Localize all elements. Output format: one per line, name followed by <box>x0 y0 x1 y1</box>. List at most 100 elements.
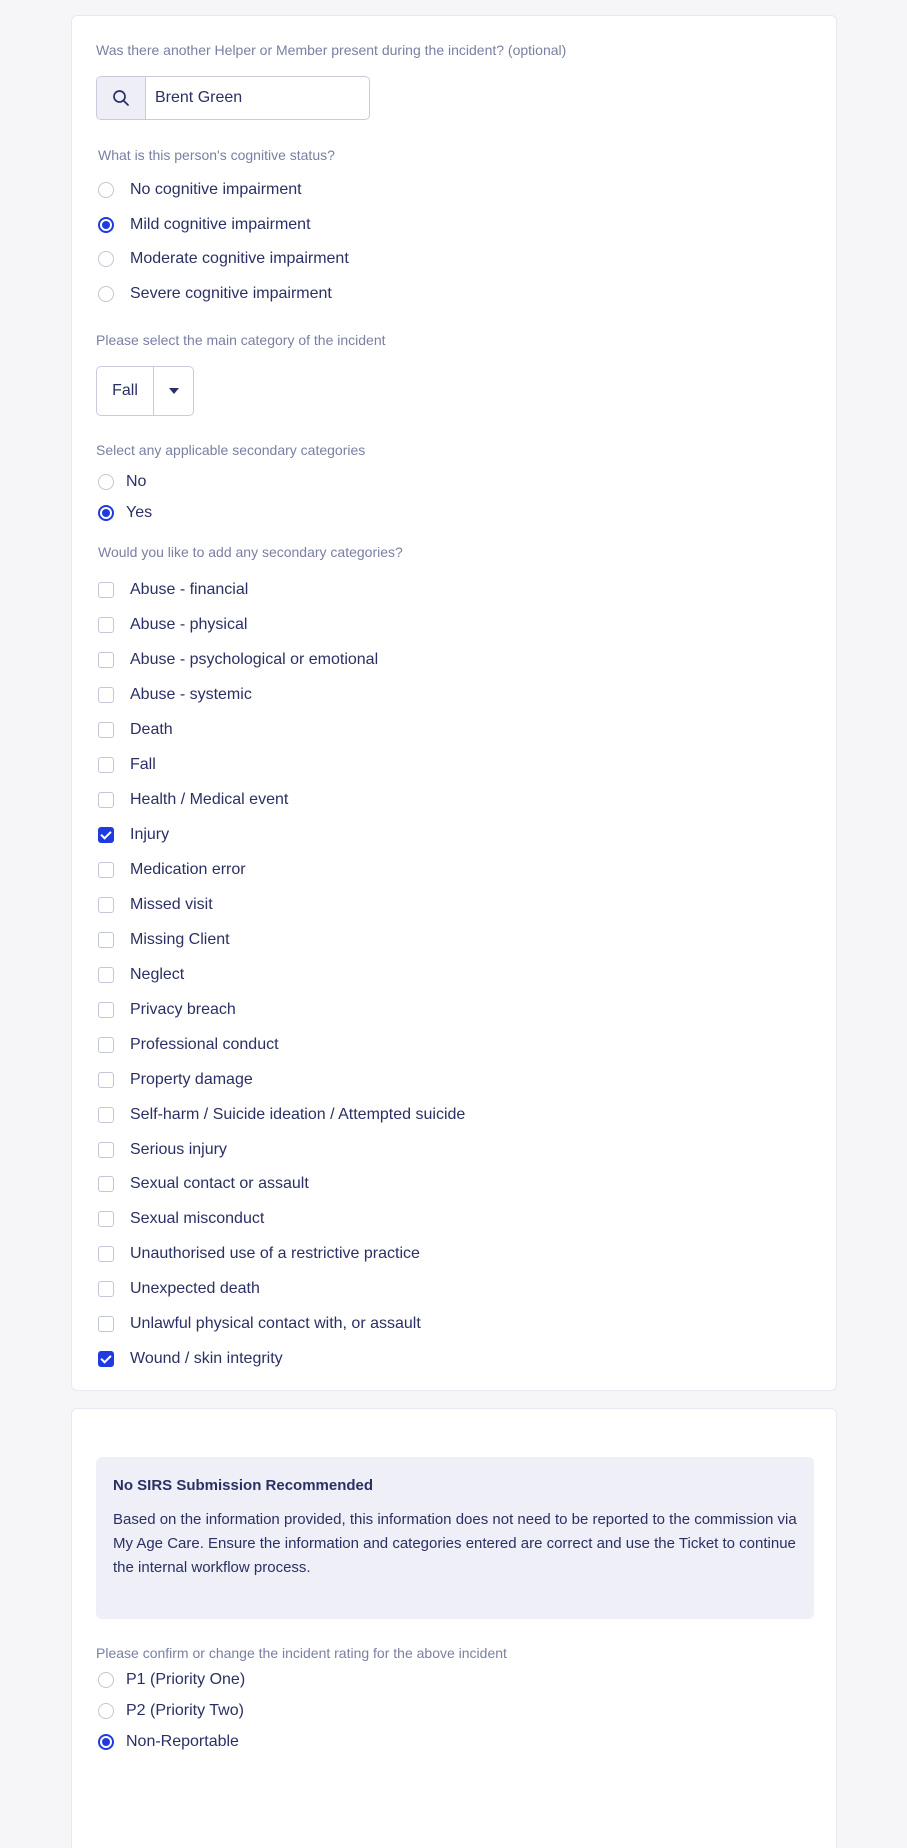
secondary-category-label: Abuse - systemic <box>130 685 252 703</box>
checkbox[interactable] <box>98 1211 114 1228</box>
secondary-category-unexpected-death[interactable]: Unexpected death <box>98 1280 260 1298</box>
radio-button[interactable] <box>98 504 114 521</box>
rating-option-p1-priority-one[interactable]: P1 (Priority One) <box>98 1671 245 1689</box>
secondary-category-death[interactable]: Death <box>98 721 173 739</box>
secondary-category-abuse-psychological-or-emotional[interactable]: Abuse - psychological or emotional <box>98 651 378 669</box>
search-icon[interactable] <box>97 77 146 119</box>
cognitive-option-label: Moderate cognitive impairment <box>130 250 349 268</box>
checkbox[interactable] <box>98 721 114 738</box>
rating-option-non-reportable[interactable]: Non-Reportable <box>98 1733 239 1751</box>
checkbox[interactable] <box>98 1176 114 1193</box>
cognitive-status-label: What is this person's cognitive status? <box>98 147 335 163</box>
secondary-category-abuse-financial[interactable]: Abuse - financial <box>98 581 248 599</box>
checkbox[interactable] <box>98 1036 114 1053</box>
main-category-label: Please select the main category of the i… <box>96 332 386 348</box>
checkbox[interactable] <box>98 1246 114 1263</box>
secondary-category-missing-client[interactable]: Missing Client <box>98 931 230 949</box>
radio-button[interactable] <box>98 1733 114 1750</box>
secondary-category-fall[interactable]: Fall <box>98 756 156 774</box>
secondary-toggle-option-yes[interactable]: Yes <box>98 504 152 522</box>
secondary-category-sexual-misconduct[interactable]: Sexual misconduct <box>98 1210 264 1228</box>
checkbox[interactable] <box>98 791 114 808</box>
radio-button[interactable] <box>98 1672 114 1688</box>
cognitive-option-label: Severe cognitive impairment <box>130 285 332 303</box>
checkbox[interactable] <box>98 1281 114 1298</box>
secondary-category-label: Professional conduct <box>130 1035 279 1053</box>
sirs-recommendation-card: No SIRS Submission Recommended Based on … <box>71 1408 837 1848</box>
checkbox[interactable] <box>98 1001 114 1018</box>
notice-title: No SIRS Submission Recommended <box>113 1477 374 1494</box>
notice-body: Based on the information provided, this … <box>113 1511 797 1576</box>
radio-button[interactable] <box>98 1702 114 1719</box>
secondary-categories-label: Would you like to add any secondary cate… <box>98 544 403 560</box>
secondary-category-label: Neglect <box>130 965 185 983</box>
radio-button[interactable] <box>98 182 114 198</box>
secondary-category-medication-error[interactable]: Medication error <box>98 861 246 879</box>
secondary-category-abuse-systemic[interactable]: Abuse - systemic <box>98 686 252 704</box>
checkbox[interactable] <box>98 966 114 983</box>
secondary-category-label: Health / Medical event <box>130 790 289 808</box>
secondary-category-label: Self-harm / Suicide ideation / Attempted… <box>130 1105 466 1123</box>
helper-search-value[interactable]: Brent Green <box>146 77 242 119</box>
checkbox[interactable] <box>98 1351 114 1368</box>
rating-option-label: Non-Reportable <box>126 1732 239 1750</box>
secondary-toggle-option-label: No <box>126 473 147 490</box>
checkbox[interactable] <box>98 861 114 878</box>
helper-search-field[interactable]: Brent Green <box>96 76 370 120</box>
secondary-category-abuse-physical[interactable]: Abuse - physical <box>98 616 247 634</box>
secondary-category-label: Abuse - physical <box>130 615 248 633</box>
radio-button[interactable] <box>98 251 114 268</box>
sirs-notice: No SIRS Submission Recommended Based on … <box>96 1457 814 1619</box>
main-category-select[interactable]: Fall <box>96 366 194 416</box>
checkbox[interactable] <box>98 651 114 668</box>
secondary-category-professional-conduct[interactable]: Professional conduct <box>98 1036 279 1054</box>
rating-option-label: P1 (Priority One) <box>126 1671 246 1688</box>
secondary-category-label: Sexual contact or assault <box>130 1175 309 1193</box>
checkbox[interactable] <box>98 1316 114 1333</box>
secondary-category-privacy-breach[interactable]: Privacy breach <box>98 1001 236 1019</box>
secondary-category-property-damage[interactable]: Property damage <box>98 1071 253 1089</box>
secondary-toggle-option-label: Yes <box>126 503 153 521</box>
secondary-category-label: Serious injury <box>130 1140 227 1158</box>
checkbox[interactable] <box>98 1106 114 1123</box>
checkbox[interactable] <box>98 686 114 703</box>
secondary-category-label: Missed visit <box>130 895 213 913</box>
radio-button[interactable] <box>98 216 114 233</box>
radio-button[interactable] <box>98 474 114 490</box>
secondary-category-label: Death <box>130 720 173 738</box>
helper-question-label: Was there another Helper or Member prese… <box>96 42 567 58</box>
checkbox[interactable] <box>98 896 114 913</box>
rating-option-label: P2 (Priority Two) <box>126 1701 244 1719</box>
secondary-category-label: Property damage <box>130 1070 253 1088</box>
checkbox[interactable] <box>98 931 114 948</box>
secondary-category-serious-injury[interactable]: Serious injury <box>98 1141 227 1159</box>
secondary-toggle-option-no[interactable]: No <box>98 473 146 491</box>
secondary-category-neglect[interactable]: Neglect <box>98 966 184 984</box>
secondary-category-unlawful-physical-contact-with-or-assault[interactable]: Unlawful physical contact with, or assau… <box>98 1315 421 1333</box>
radio-button[interactable] <box>98 286 114 303</box>
secondary-category-label: Sexual misconduct <box>130 1210 265 1228</box>
checkbox[interactable] <box>98 1071 114 1088</box>
cognitive-option-label: No cognitive impairment <box>130 181 302 198</box>
rating-option-p2-priority-two[interactable]: P2 (Priority Two) <box>98 1702 244 1720</box>
checkbox[interactable] <box>98 616 114 633</box>
checkbox[interactable] <box>98 582 114 598</box>
checkbox[interactable] <box>98 756 114 773</box>
cognitive-option-no-cognitive-impairment[interactable]: No cognitive impairment <box>98 181 302 199</box>
secondary-category-health-medical-event[interactable]: Health / Medical event <box>98 791 288 809</box>
secondary-category-label: Abuse - financial <box>130 581 249 598</box>
secondary-category-sexual-contact-or-assault[interactable]: Sexual contact or assault <box>98 1175 309 1193</box>
cognitive-option-severe-cognitive-impairment[interactable]: Severe cognitive impairment <box>98 285 332 303</box>
secondary-category-wound-skin-integrity[interactable]: Wound / skin integrity <box>98 1350 283 1368</box>
secondary-toggle-label: Select any applicable secondary categori… <box>96 442 366 458</box>
checkbox[interactable] <box>98 1141 114 1158</box>
cognitive-option-moderate-cognitive-impairment[interactable]: Moderate cognitive impairment <box>98 250 349 268</box>
secondary-category-missed-visit[interactable]: Missed visit <box>98 896 213 914</box>
secondary-category-unauthorised-use-of-a-restrictive-practice[interactable]: Unauthorised use of a restrictive practi… <box>98 1245 420 1263</box>
caret-down-icon[interactable] <box>154 367 193 415</box>
cognitive-option-mild-cognitive-impairment[interactable]: Mild cognitive impairment <box>98 216 311 234</box>
secondary-category-injury[interactable]: Injury <box>98 826 169 844</box>
secondary-category-self-harm-suicide-ideation-attempted-suicide[interactable]: Self-harm / Suicide ideation / Attempted… <box>98 1106 465 1124</box>
checkbox[interactable] <box>98 826 114 843</box>
incident-details-card: Was there another Helper or Member prese… <box>71 15 837 1391</box>
